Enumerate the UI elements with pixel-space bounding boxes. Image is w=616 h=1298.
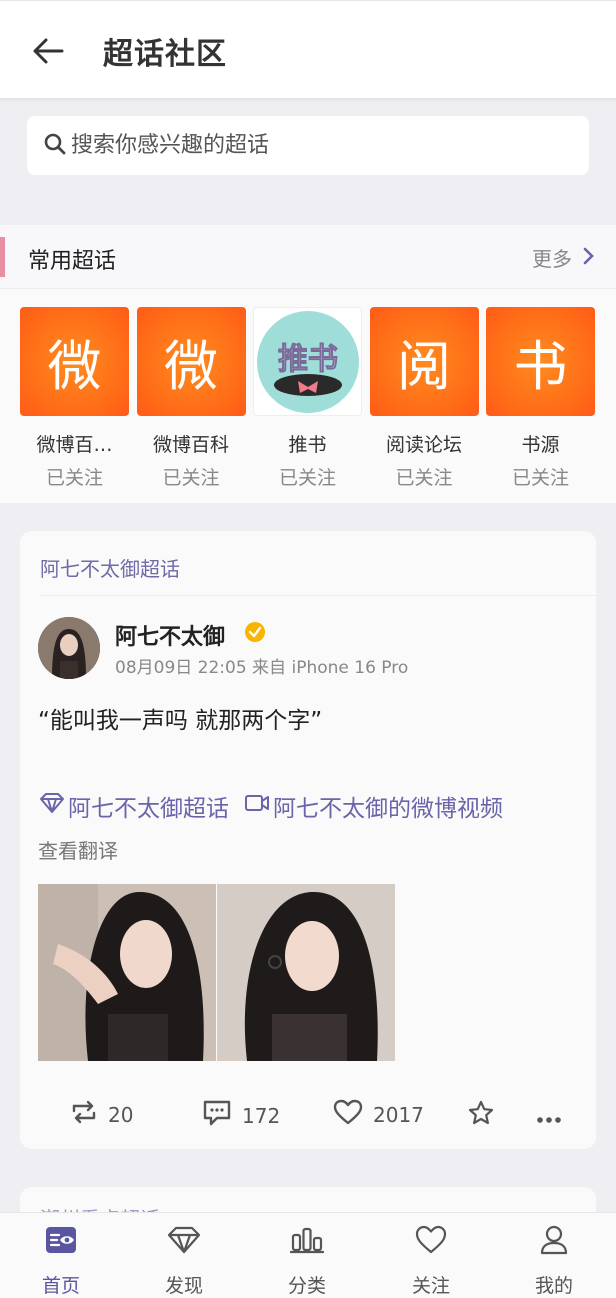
translate-link[interactable]: 查看翻译 bbox=[38, 835, 118, 864]
bottom-tab-bar: 首页 发现 分类 关注 我的 bbox=[0, 1212, 616, 1298]
follow-status: 已关注 bbox=[162, 467, 220, 489]
supertopic-name: 阅读论坛 bbox=[385, 434, 462, 456]
divider bbox=[40, 595, 596, 596]
supertopic-glyph: 推书 bbox=[278, 342, 338, 377]
supertopic-link-icon bbox=[38, 792, 66, 820]
supertopic-tile[interactable]: 书 书源 已关注 bbox=[486, 307, 595, 490]
author-avatar[interactable] bbox=[38, 617, 100, 679]
supertopic-name: 微博百… bbox=[36, 434, 113, 456]
supertopic-avatar: 书 bbox=[486, 307, 595, 416]
home-eye-icon bbox=[16, 1221, 106, 1259]
person-icon bbox=[509, 1221, 599, 1259]
bars-icon bbox=[262, 1221, 352, 1259]
tab-label: 分类 bbox=[287, 1275, 326, 1297]
page-title: 超话社区 bbox=[103, 37, 227, 72]
video-link[interactable]: 阿七不太御的微博视频 bbox=[273, 789, 503, 823]
post-photo[interactable] bbox=[38, 884, 216, 1061]
post-content: “能叫我一声吗 就那两个字” bbox=[38, 708, 323, 734]
tab-label: 首页 bbox=[41, 1275, 80, 1297]
more-label: 更多 bbox=[532, 247, 572, 271]
follow-status: 已关注 bbox=[278, 467, 336, 489]
supertopic-link[interactable]: 阿七不太御超话 bbox=[68, 789, 229, 823]
like-count: 2017 bbox=[373, 1102, 424, 1127]
tab-follow[interactable]: 关注 bbox=[386, 1221, 476, 1298]
tab-label: 我的 bbox=[534, 1275, 573, 1297]
tab-discover[interactable]: 发现 bbox=[139, 1221, 229, 1298]
repost-icon bbox=[70, 1099, 98, 1130]
top-bar: 超话社区 bbox=[0, 0, 616, 98]
tab-home[interactable]: 首页 bbox=[16, 1221, 106, 1298]
search-input[interactable] bbox=[71, 133, 551, 158]
follow-status: 已关注 bbox=[45, 467, 103, 489]
supertopic-name: 书源 bbox=[521, 434, 560, 456]
section-marker bbox=[0, 237, 5, 277]
supertopic-name: 推书 bbox=[288, 434, 327, 456]
diamond-icon bbox=[139, 1221, 229, 1259]
supertopic-tile[interactable]: 微 微博百科 已关注 bbox=[136, 307, 246, 490]
more-dots-icon bbox=[536, 1105, 562, 1129]
section-header: 常用超话 更多 bbox=[0, 225, 616, 289]
supertopic-avatar: 阅 bbox=[369, 307, 479, 416]
more-button[interactable]: 更多 bbox=[532, 243, 594, 272]
supertopic-avatar: 微 bbox=[136, 307, 246, 416]
follow-status: 已关注 bbox=[395, 467, 453, 489]
search-icon bbox=[43, 132, 67, 160]
post-actions: 20 172 2017 bbox=[20, 1091, 596, 1131]
favorite-button[interactable] bbox=[467, 1099, 495, 1132]
verified-badge-icon bbox=[244, 621, 266, 643]
post-meta: 08月09日 22:05 来自 iPhone 16 Pro bbox=[115, 658, 409, 678]
back-arrow-icon[interactable] bbox=[30, 31, 66, 71]
tab-label: 关注 bbox=[411, 1275, 450, 1297]
repost-button[interactable]: 20 bbox=[70, 1099, 133, 1130]
supertopic-avatar: 微 bbox=[20, 307, 129, 416]
frequent-supertopics-section: 常用超话 更多 微 微博百… 已关注 微 微博百科 已关注 推书 推书 已关注 … bbox=[0, 225, 616, 503]
post-source-supertopic[interactable]: 阿七不太御超话 bbox=[40, 553, 180, 582]
chevron-right-icon bbox=[582, 246, 594, 270]
comment-button[interactable]: 172 bbox=[202, 1099, 280, 1132]
supertopic-avatar: 推书 bbox=[253, 307, 362, 416]
tab-category[interactable]: 分类 bbox=[262, 1221, 352, 1298]
supertopic-tile[interactable]: 阅 阅读论坛 已关注 bbox=[369, 307, 479, 490]
follow-status: 已关注 bbox=[511, 467, 569, 489]
like-heart-icon bbox=[333, 1099, 363, 1130]
author-name[interactable]: 阿七不太御 bbox=[115, 619, 225, 651]
repost-count: 20 bbox=[108, 1102, 134, 1127]
post-photo[interactable] bbox=[217, 884, 395, 1061]
video-link-icon bbox=[243, 792, 271, 820]
star-icon bbox=[467, 1099, 495, 1132]
comment-icon bbox=[202, 1099, 232, 1132]
search-box[interactable] bbox=[27, 116, 589, 175]
supertopic-tile[interactable]: 推书 推书 已关注 bbox=[253, 307, 362, 490]
supertopic-tile[interactable]: 微 微博百… 已关注 bbox=[20, 307, 129, 490]
like-button[interactable]: 2017 bbox=[333, 1099, 424, 1130]
section-title: 常用超话 bbox=[28, 249, 117, 274]
tab-me[interactable]: 我的 bbox=[509, 1221, 599, 1298]
comment-count: 172 bbox=[242, 1103, 281, 1128]
supertopic-name: 微博百科 bbox=[152, 434, 229, 456]
heart-icon bbox=[386, 1221, 476, 1259]
more-options-button[interactable] bbox=[536, 1105, 562, 1129]
post-card[interactable]: 阿七不太御超话 阿七不太御 08月09日 22:05 来自 iPhone 16 … bbox=[20, 531, 596, 1149]
tab-label: 发现 bbox=[164, 1275, 203, 1297]
